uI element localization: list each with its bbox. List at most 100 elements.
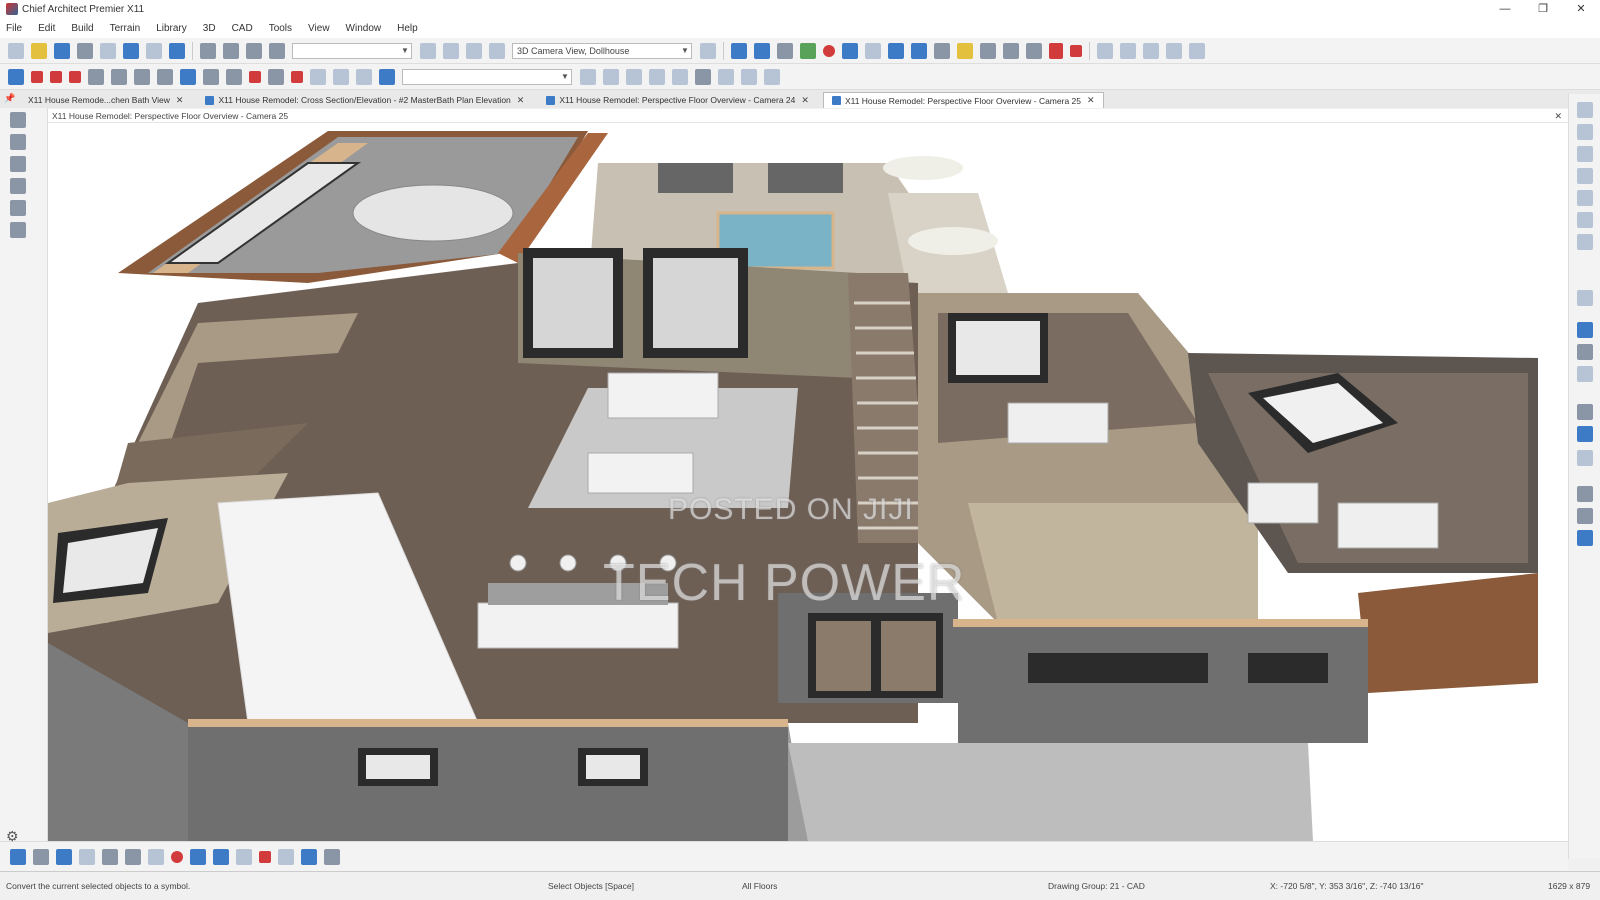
save-icon[interactable]	[54, 42, 70, 59]
plumbing-tool-icon[interactable]	[268, 68, 284, 85]
floor-up-icon[interactable]	[443, 42, 459, 59]
material-painter-icon[interactable]	[865, 42, 881, 59]
help-icon[interactable]	[169, 42, 185, 59]
camera-icon[interactable]	[754, 42, 770, 59]
lightbulb-icon[interactable]	[957, 42, 973, 59]
box-tool-icon[interactable]	[649, 68, 665, 85]
new-plan-icon[interactable]	[8, 42, 24, 59]
angle-icon[interactable]	[1577, 404, 1593, 420]
tab-kitchen-bath-view[interactable]: X11 House Remode...chen Bath View ✕	[20, 92, 192, 108]
close-icon[interactable]: ✕	[176, 95, 184, 106]
layout-view-icon[interactable]	[269, 42, 285, 59]
fit-selection-icon[interactable]	[1577, 190, 1593, 206]
redo-icon[interactable]	[146, 42, 162, 59]
group-select-icon[interactable]	[190, 848, 206, 865]
ruler-icon[interactable]	[1577, 344, 1593, 360]
menu-library[interactable]: Library	[156, 23, 187, 34]
open-folder-icon[interactable]	[31, 42, 47, 59]
render-icon[interactable]	[800, 42, 816, 59]
delete-object-icon[interactable]	[79, 848, 95, 865]
undo-icon[interactable]	[123, 42, 139, 59]
room-tool-icon[interactable]	[69, 70, 81, 83]
plan-view-icon[interactable]	[246, 42, 262, 59]
roof-tool-icon[interactable]	[180, 68, 196, 85]
print-icon[interactable]	[77, 42, 93, 59]
reflect-icon[interactable]	[148, 848, 164, 865]
close-icon[interactable]: ✕	[1087, 95, 1095, 106]
dollhouse-view-icon[interactable]	[911, 42, 927, 59]
object-combo[interactable]: ▼	[402, 68, 572, 85]
center-object-icon[interactable]	[213, 848, 229, 865]
menu-help[interactable]: Help	[397, 23, 418, 34]
materials-icon[interactable]	[842, 42, 858, 59]
close-icon[interactable]: ✕	[1554, 109, 1562, 123]
display-icon[interactable]	[278, 848, 294, 865]
orbit-icon[interactable]	[10, 156, 26, 172]
menu-edit[interactable]: Edit	[38, 23, 55, 34]
arc-tool-icon[interactable]	[603, 68, 619, 85]
material-icon[interactable]	[259, 850, 271, 863]
dollar-icon[interactable]	[1049, 42, 1063, 59]
menu-file[interactable]: File	[6, 23, 22, 34]
cascade-windows-icon[interactable]	[1120, 42, 1136, 59]
polyline-tool-icon[interactable]	[626, 68, 642, 85]
stairs-tool-icon[interactable]	[157, 68, 173, 85]
walkthrough-icon[interactable]	[777, 42, 793, 59]
preferences-icon[interactable]	[1166, 42, 1182, 59]
refresh-view-icon[interactable]	[1577, 234, 1593, 250]
terrain-tool-icon[interactable]	[291, 70, 303, 83]
library-icon[interactable]	[301, 848, 317, 865]
snap-icon[interactable]	[764, 68, 780, 85]
menu-terrain[interactable]: Terrain	[110, 23, 141, 34]
reference-icon[interactable]	[1577, 426, 1593, 442]
close-button[interactable]: ✕	[1562, 0, 1600, 18]
edit-camera-icon[interactable]	[700, 42, 716, 59]
move-camera-icon[interactable]	[10, 200, 26, 216]
menu-window[interactable]: Window	[346, 23, 382, 34]
grid-icon[interactable]	[1577, 486, 1593, 502]
edit-object-icon[interactable]	[10, 848, 26, 865]
undo-zoom-icon[interactable]	[1577, 212, 1593, 228]
export-icon[interactable]	[100, 42, 116, 59]
3d-viewport[interactable]: POSTED ON JIJI TECH POWER	[48, 123, 1568, 841]
crop-icon[interactable]	[1577, 508, 1593, 524]
fill-window-icon[interactable]	[1577, 168, 1593, 184]
person-icon[interactable]	[379, 68, 395, 85]
delete-icon[interactable]	[672, 68, 688, 85]
door-tool-icon[interactable]	[111, 68, 127, 85]
hand-pan-icon[interactable]	[10, 134, 26, 150]
3d-view-icon[interactable]	[731, 42, 747, 59]
menu-3d[interactable]: 3D	[203, 23, 216, 34]
display-options-icon[interactable]	[223, 42, 239, 59]
tab-cross-section[interactable]: X11 House Remodel: Cross Section/Elevati…	[197, 92, 533, 108]
dimension-display-icon[interactable]	[1577, 530, 1593, 546]
menu-build[interactable]: Build	[71, 23, 93, 34]
backdrop-icon[interactable]	[888, 42, 904, 59]
eraser-icon[interactable]	[1070, 44, 1082, 57]
tab-camera-25[interactable]: X11 House Remodel: Perspective Floor Ove…	[822, 92, 1104, 108]
library-browser-icon[interactable]	[1143, 42, 1159, 59]
close-icon[interactable]: ✕	[801, 95, 809, 106]
point-to-point-icon[interactable]	[236, 848, 252, 865]
page-icon[interactable]	[1577, 366, 1593, 382]
wall-tool-icon[interactable]	[50, 70, 62, 83]
rotate-view-icon[interactable]	[10, 178, 26, 194]
filter-icon[interactable]	[324, 848, 340, 865]
transform-icon[interactable]	[695, 68, 711, 85]
window-layout-icon[interactable]	[1189, 42, 1205, 59]
pin-icon[interactable]: 📌	[4, 93, 15, 104]
tab-camera-24[interactable]: X11 House Remodel: Perspective Floor Ove…	[538, 92, 817, 108]
record-icon[interactable]	[823, 44, 835, 57]
mirror-icon[interactable]	[1003, 42, 1019, 59]
layer-combo[interactable]: ▼	[292, 42, 412, 59]
minimize-button[interactable]: —	[1486, 0, 1524, 18]
menu-tools[interactable]: Tools	[269, 23, 292, 34]
tile-windows-icon[interactable]	[1097, 42, 1113, 59]
electrical-tool-icon[interactable]	[249, 70, 261, 83]
camera-view-combo[interactable]: 3D Camera View, Dollhouse ▼	[512, 42, 692, 59]
select-arrow-icon[interactable]	[10, 112, 26, 128]
line-tool-icon[interactable]	[580, 68, 596, 85]
menu-view[interactable]: View	[308, 23, 330, 34]
menu-cad[interactable]: CAD	[232, 23, 253, 34]
dimension-tool-icon[interactable]	[310, 68, 326, 85]
